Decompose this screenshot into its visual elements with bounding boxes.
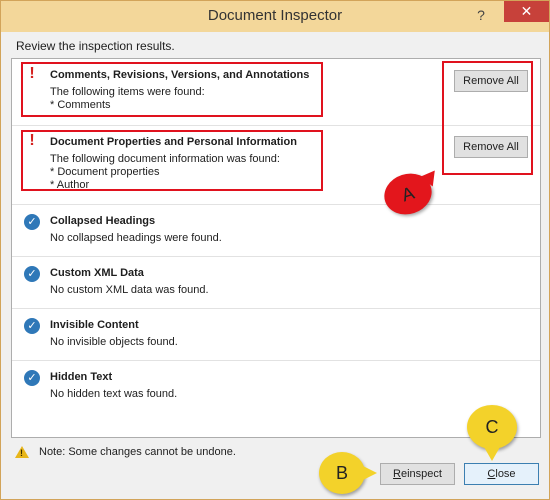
checkmark-icon: ✓ — [24, 318, 40, 334]
result-description: The following document information was f… — [50, 153, 280, 191]
document-inspector-window: Document Inspector ? ✕ Review the inspec… — [0, 0, 550, 500]
result-item-document-properties: ! Document Properties and Personal Infor… — [12, 125, 540, 204]
result-item-custom-xml: ✓ Custom XML Data No custom XML data was… — [12, 256, 540, 309]
result-description: No custom XML data was found. — [50, 284, 209, 296]
result-item-comments: ! Comments, Revisions, Versions, and Ann… — [12, 59, 540, 124]
window-close-button[interactable]: ✕ — [504, 1, 549, 22]
help-button[interactable]: ? — [471, 5, 491, 25]
result-heading: Invisible Content — [50, 319, 139, 331]
result-description: No hidden text was found. — [50, 388, 178, 400]
exclamation-icon: ! — [29, 65, 35, 82]
checkmark-icon: ✓ — [24, 214, 40, 230]
results-panel: ! Comments, Revisions, Versions, and Ann… — [11, 58, 541, 438]
instructions-text: Review the inspection results. — [16, 39, 175, 53]
checkmark-icon: ✓ — [24, 266, 40, 282]
result-item-collapsed-headings: ✓ Collapsed Headings No collapsed headin… — [12, 204, 540, 257]
result-heading: Custom XML Data — [50, 267, 144, 279]
reinspect-button[interactable]: Reinspect — [380, 463, 455, 485]
exclamation-icon: ! — [29, 132, 35, 149]
result-description: No collapsed headings were found. — [50, 232, 222, 244]
result-heading: Hidden Text — [50, 371, 113, 383]
result-heading: Comments, Revisions, Versions, and Annot… — [50, 69, 310, 81]
result-description: The following items were found: * Commen… — [50, 86, 205, 111]
remove-all-properties-button[interactable]: Remove All — [454, 136, 528, 158]
close-button[interactable]: Close — [464, 463, 539, 485]
result-heading: Collapsed Headings — [50, 215, 156, 227]
result-item-invisible-content: ✓ Invisible Content No invisible objects… — [12, 308, 540, 361]
title-bar[interactable]: Document Inspector ? ✕ — [1, 1, 549, 32]
result-heading: Document Properties and Personal Informa… — [50, 136, 297, 148]
note-text: Note: Some changes cannot be undone. — [39, 446, 236, 458]
checkmark-icon: ✓ — [24, 370, 40, 386]
result-item-hidden-text: ✓ Hidden Text No hidden text was found. — [12, 360, 540, 413]
callout-b-marker: B — [319, 452, 377, 494]
window-title: Document Inspector — [207, 7, 343, 24]
warning-triangle-icon: ! — [15, 446, 29, 458]
remove-all-comments-button[interactable]: Remove All — [454, 70, 528, 92]
result-description: No invisible objects found. — [50, 336, 178, 348]
callout-c-marker: C — [467, 405, 517, 461]
